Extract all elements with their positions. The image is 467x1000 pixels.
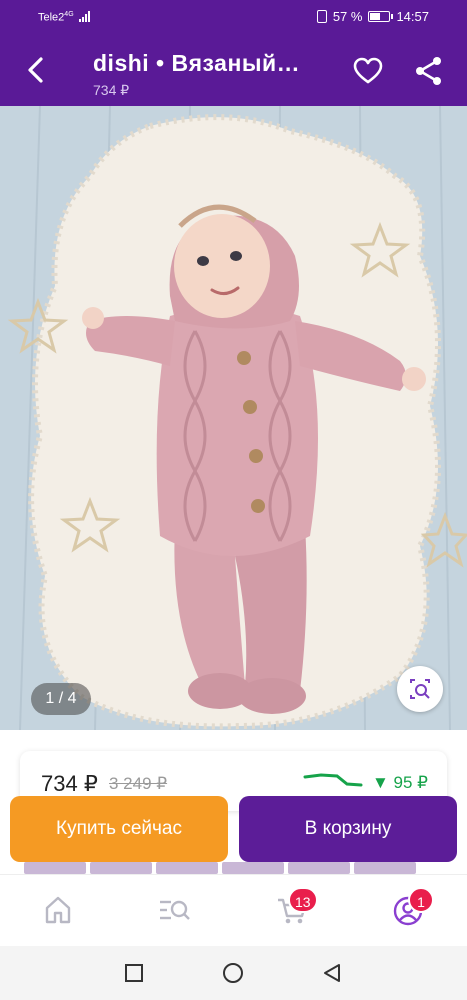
home-system-button[interactable] [222,962,244,984]
product-photo-gallery[interactable]: 1 / 4 [0,106,467,730]
add-to-cart-button[interactable]: В корзину [239,796,457,862]
network-type: 4G [64,11,74,18]
status-bar: Tele24G 57 % 14:57 [0,0,467,36]
back-button[interactable] [20,54,52,86]
thumbnail[interactable] [288,862,350,874]
favorite-button[interactable] [352,55,384,87]
tab-profile[interactable]: 1 [392,887,434,927]
profile-badge: 1 [408,887,434,913]
clock: 14:57 [396,9,429,24]
buy-now-button[interactable]: Купить сейчас [10,796,228,862]
current-price: 734 ₽ [41,771,98,796]
triangle-back-icon [324,964,340,982]
thumbnail[interactable] [222,862,284,874]
bottom-tab-bar: 13 1 [0,874,467,946]
share-button[interactable] [413,55,445,87]
battery-icon [368,11,394,22]
circle-icon [223,963,243,983]
home-icon [45,896,71,924]
tab-cart[interactable]: 13 [275,887,318,927]
signal-icon [79,11,90,22]
thumbnail-strip [0,862,467,874]
product-title: dishi • Вязаный… [93,50,301,76]
header-price: 734 ₽ [93,82,130,98]
battery-percent: 57 % [332,9,363,24]
vibrate-icon [316,10,327,23]
app-header: dishi • Вязаный… 734 ₽ [0,36,467,106]
catalog-search-icon [160,900,190,920]
battery-fill [370,13,381,20]
product-photo [0,106,467,730]
cart-badge: 13 [288,887,318,913]
carrier-name: Tele2 [38,11,65,24]
old-price: 3 249 ₽ [109,774,168,793]
recents-button[interactable] [123,962,145,984]
thumbnail[interactable] [156,862,218,874]
visual-search-button[interactable] [397,666,443,712]
back-system-button[interactable] [321,962,343,984]
thumbnail[interactable] [354,862,416,874]
price-drop: ▼ 95 ₽ [372,773,428,792]
tab-catalog[interactable] [157,893,191,927]
visual-search-icon [410,679,430,699]
status-right: 57 % 14:57 [316,9,429,24]
price-trend-icon [303,773,363,787]
back-arrow-icon [28,57,43,83]
thumbnail[interactable] [24,862,86,874]
carrier-label: Tele24G [38,11,74,24]
share-icon [416,57,441,85]
tab-home[interactable] [41,893,75,927]
square-icon [125,964,143,982]
heart-icon [353,57,383,84]
thumbnail[interactable] [90,862,152,874]
photo-counter: 1 / 4 [31,683,91,715]
system-navigation-bar [0,946,467,1000]
